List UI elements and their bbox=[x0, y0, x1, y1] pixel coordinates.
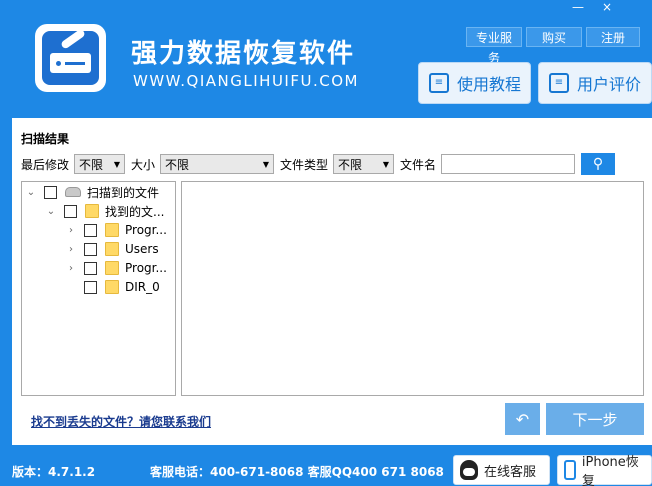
chevron-down-icon: ▼ bbox=[113, 159, 121, 169]
buy-link[interactable]: 购买 bbox=[526, 27, 582, 47]
file-list-pane[interactable] bbox=[181, 181, 644, 396]
pro-service-link[interactable]: 专业服务 bbox=[466, 27, 522, 65]
app-window: 强力数据恢复软件 WWW.QIANGLIHUIFU.COM — × 专业服务 购… bbox=[0, 0, 652, 486]
folder-icon bbox=[105, 280, 119, 294]
chevron-down-icon: ▼ bbox=[262, 159, 270, 169]
search-button[interactable]: ⚲ bbox=[581, 153, 616, 175]
drive-repair-icon bbox=[42, 28, 99, 85]
chevron-right-icon[interactable]: › bbox=[66, 263, 76, 274]
qq-penguin-icon bbox=[460, 460, 478, 480]
search-icon: ⚲ bbox=[592, 156, 604, 172]
drive-icon bbox=[65, 187, 81, 197]
main-panel: 扫描结果 最后修改 不限▼ 大小 不限▼ 文件类型 不限▼ 文件名 ⚲ ⌄ bbox=[12, 118, 652, 445]
review-label: 用户评价 bbox=[577, 75, 642, 94]
online-service-button[interactable]: 在线客服 bbox=[453, 455, 550, 485]
filename-input[interactable] bbox=[441, 154, 576, 174]
tree-item[interactable]: › Progr... bbox=[66, 259, 167, 277]
filter-row: 最后修改 不限 ▼ 大小 不限 ▼ 文件类型 不限 ▼ 文件名 ⚲ bbox=[21, 153, 616, 175]
chevron-down-icon[interactable]: ⌄ bbox=[46, 206, 56, 217]
tree-item[interactable]: › Users bbox=[66, 240, 159, 258]
chevron-down-icon: ▼ bbox=[382, 159, 390, 169]
folder-icon bbox=[105, 261, 119, 275]
checkbox[interactable] bbox=[84, 242, 97, 256]
tree-found[interactable]: ⌄ 找到的文... bbox=[46, 202, 164, 220]
document-icon: ≡ bbox=[429, 73, 449, 93]
undo-arrow-icon: ↶ bbox=[515, 409, 530, 429]
back-button[interactable]: ↶ bbox=[505, 403, 540, 435]
minimize-button[interactable]: — bbox=[572, 0, 584, 14]
contact-info: 客服电话：400-671-8068 客服QQ400 671 8068 bbox=[150, 465, 444, 479]
size-select[interactable]: 不限 ▼ bbox=[160, 154, 275, 174]
name-label: 文件名 bbox=[400, 157, 437, 172]
tree-item[interactable]: › Progr... bbox=[66, 221, 167, 239]
comment-icon: ≡ bbox=[549, 73, 569, 93]
folder-icon bbox=[85, 204, 99, 218]
app-url: WWW.QIANGLIHUIFU.COM bbox=[133, 72, 359, 90]
modified-label: 最后修改 bbox=[21, 157, 70, 172]
chevron-right-icon[interactable]: › bbox=[66, 225, 76, 236]
checkbox[interactable] bbox=[84, 261, 97, 275]
tree-root[interactable]: ⌄ 扫描到的文件 bbox=[26, 183, 159, 201]
version-text: 版本：4.7.1.2 bbox=[12, 465, 96, 479]
top-links: 专业服务 购买 注册 bbox=[466, 27, 640, 65]
modified-select[interactable]: 不限 ▼ bbox=[74, 154, 126, 174]
iphone-recovery-button[interactable]: iPhone恢复 bbox=[557, 455, 652, 486]
tutorial-label: 使用教程 bbox=[457, 75, 522, 94]
file-tree[interactable]: ⌄ 扫描到的文件 ⌄ 找到的文... › Progr... › Users › … bbox=[21, 181, 176, 396]
next-button[interactable]: 下一步 bbox=[546, 403, 644, 435]
checkbox[interactable] bbox=[44, 185, 57, 199]
app-title: 强力数据恢复软件 bbox=[131, 39, 356, 69]
type-label: 文件类型 bbox=[280, 157, 329, 172]
tutorial-button[interactable]: ≡ 使用教程 bbox=[418, 62, 531, 104]
contact-help-link[interactable]: 找不到丢失的文件？请您联系我们 bbox=[31, 413, 211, 430]
folder-icon bbox=[105, 223, 119, 237]
window-controls: — × bbox=[572, 0, 612, 14]
checkbox[interactable] bbox=[64, 204, 77, 218]
chevron-right-icon[interactable]: › bbox=[66, 244, 76, 255]
chevron-down-icon[interactable]: ⌄ bbox=[26, 187, 36, 198]
phone-icon bbox=[564, 460, 576, 480]
type-select[interactable]: 不限 ▼ bbox=[333, 154, 395, 174]
tree-item[interactable]: DIR_0 bbox=[66, 278, 160, 296]
review-button[interactable]: ≡ 用户评价 bbox=[538, 62, 652, 104]
checkbox[interactable] bbox=[84, 223, 97, 237]
size-label: 大小 bbox=[131, 157, 156, 172]
folder-icon bbox=[105, 242, 119, 256]
checkbox[interactable] bbox=[84, 280, 97, 294]
register-link[interactable]: 注册 bbox=[586, 27, 640, 47]
section-title: 扫描结果 bbox=[21, 132, 70, 146]
app-logo bbox=[35, 24, 106, 92]
close-button[interactable]: × bbox=[602, 0, 612, 14]
